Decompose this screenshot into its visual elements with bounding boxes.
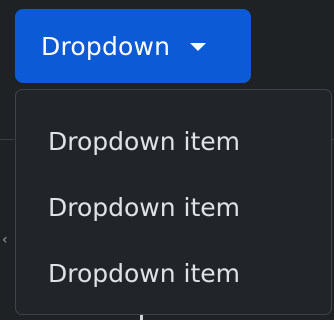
dropdown-item-label: Dropdown item [48, 126, 241, 156]
dropdown-menu: Dropdown item Dropdown item Dropdown ite… [15, 89, 332, 315]
dropdown-item-label: Dropdown item [48, 192, 241, 222]
page-canvas: ‹ Dropdown Dropdown item Dropdown item D… [0, 0, 334, 320]
dropdown-item-1[interactable]: Dropdown item [16, 108, 331, 174]
dropdown-toggle-button[interactable]: Dropdown [15, 9, 251, 83]
dropdown-item-label: Dropdown item [48, 258, 241, 288]
dropdown-toggle-label: Dropdown [41, 31, 171, 61]
caret-down-icon [190, 43, 207, 51]
background-divider [0, 139, 14, 140]
dropdown-item-3[interactable]: Dropdown item [16, 240, 331, 306]
dropdown-item-2[interactable]: Dropdown item [16, 174, 331, 240]
chevron-left-icon: ‹ [2, 232, 8, 248]
